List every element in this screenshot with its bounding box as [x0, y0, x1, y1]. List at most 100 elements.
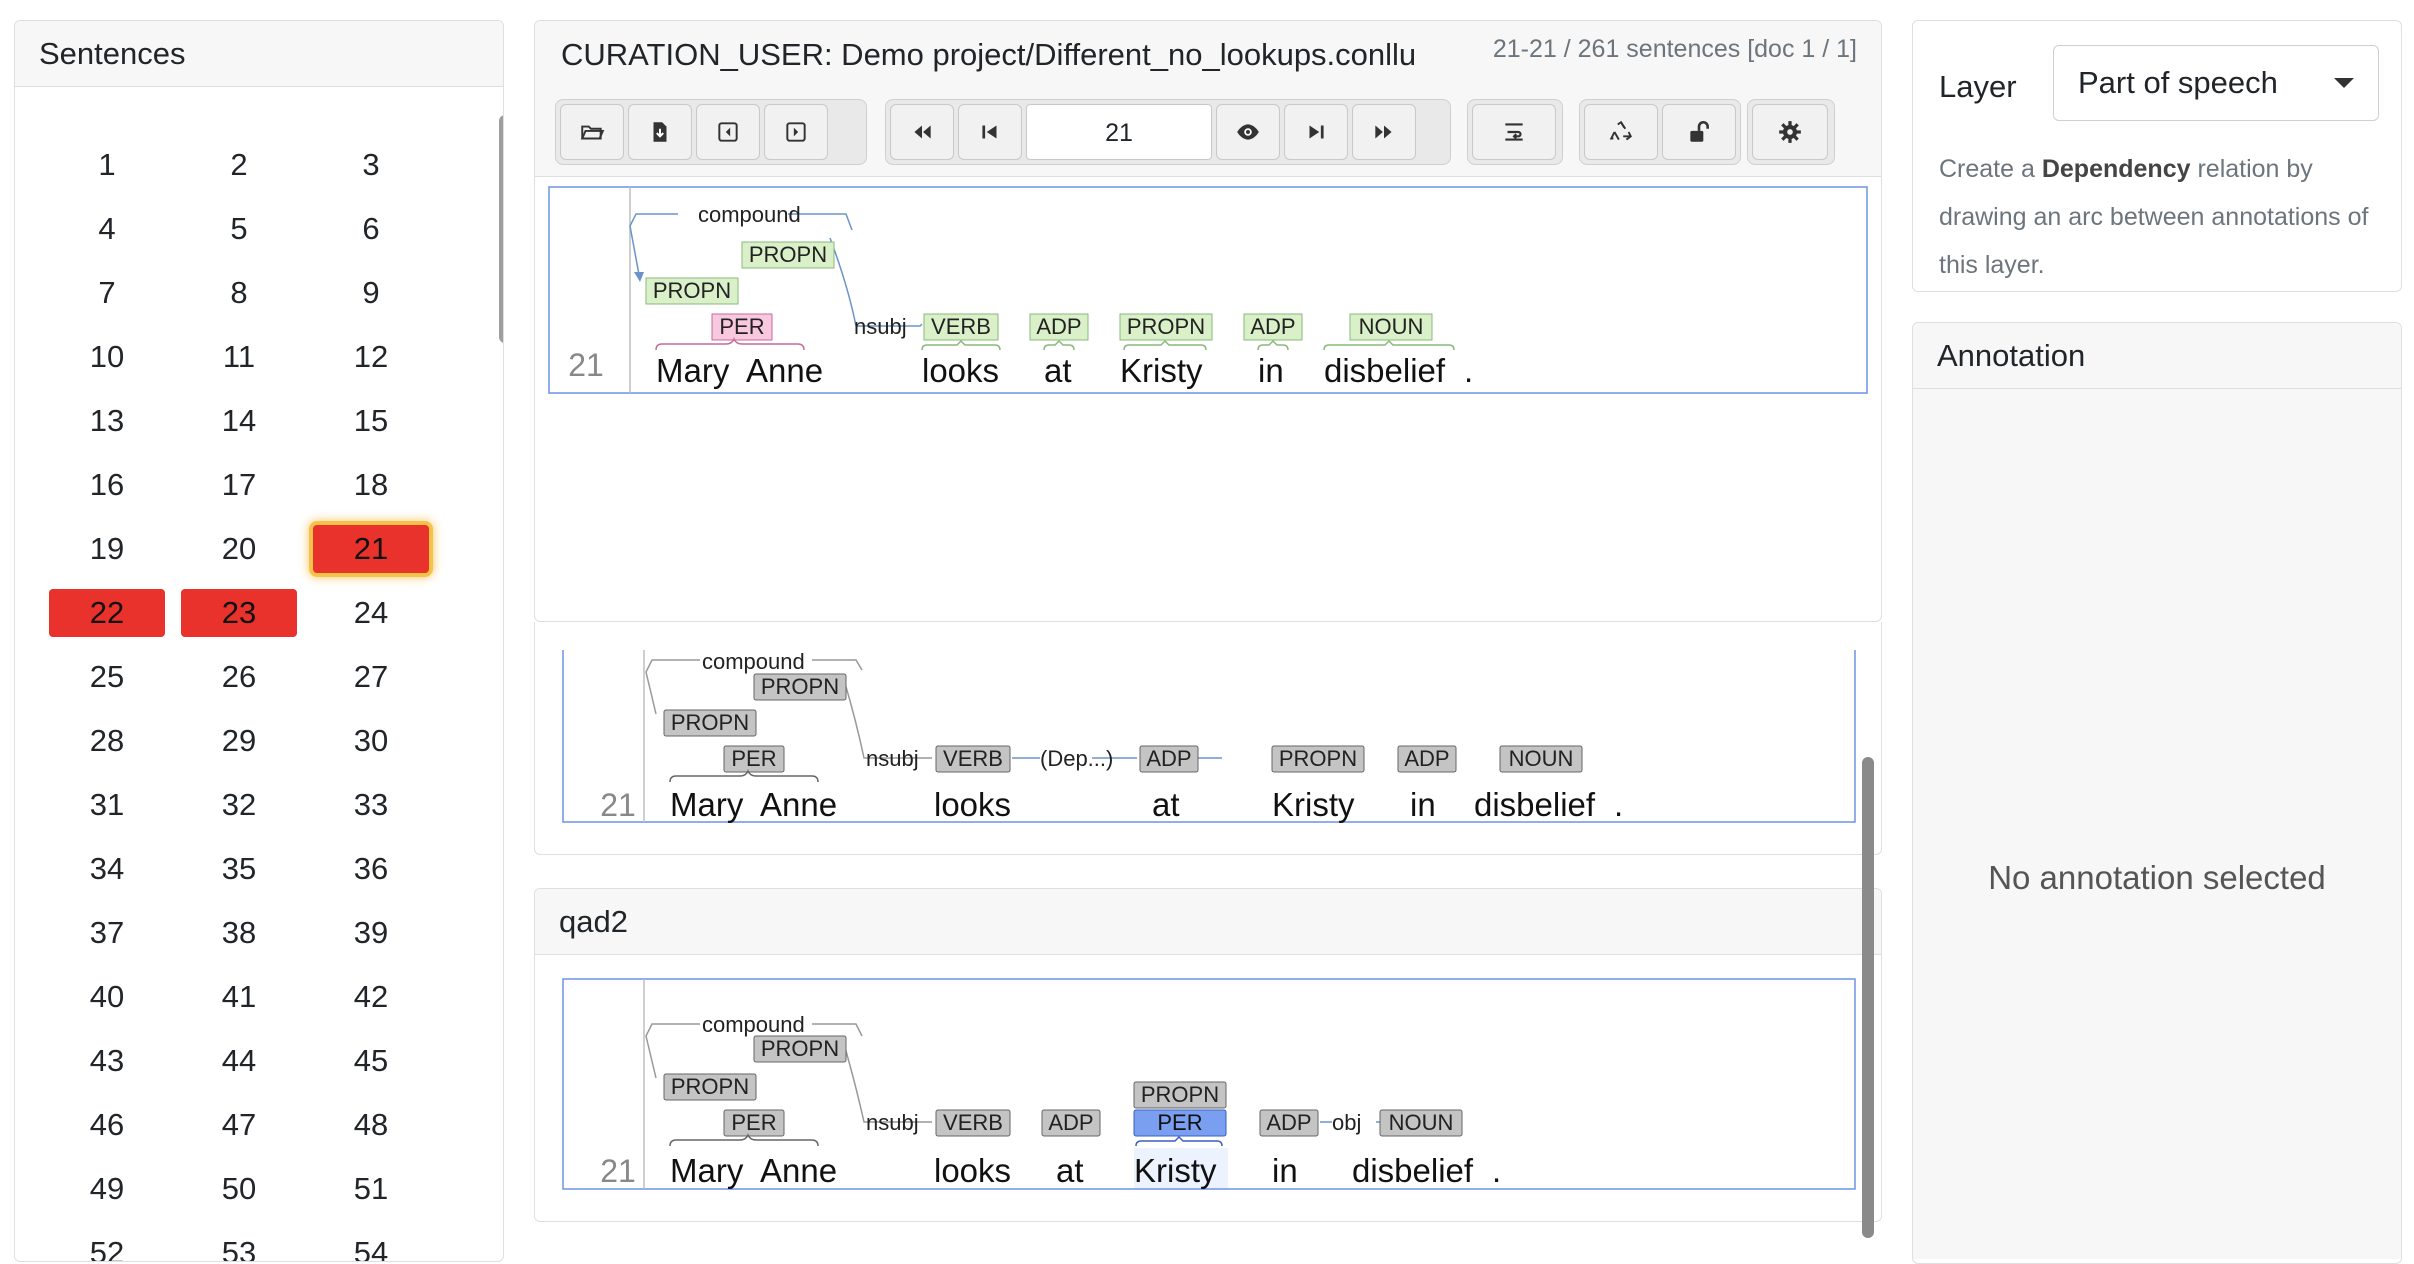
sentence-link-34[interactable]: 34: [49, 845, 165, 893]
sentence-link-48[interactable]: 48: [313, 1101, 429, 1149]
sentence-link-12[interactable]: 12: [313, 333, 429, 381]
token-at[interactable]: at: [1044, 352, 1072, 389]
sentence-link-28[interactable]: 28: [49, 717, 165, 765]
merge-button[interactable]: [1584, 104, 1658, 160]
sentence-link-24[interactable]: 24: [313, 589, 429, 637]
wrap-button[interactable]: [1472, 104, 1556, 160]
sentence-link-41[interactable]: 41: [181, 973, 297, 1021]
sentence-link-33[interactable]: 33: [313, 781, 429, 829]
token-disbelief[interactable]: disbelief: [1324, 352, 1446, 389]
prev-page-button[interactable]: [958, 104, 1022, 160]
sentence-link-32[interactable]: 32: [181, 781, 297, 829]
sentence-link-3[interactable]: 3: [313, 141, 429, 189]
sentence-link-44[interactable]: 44: [181, 1037, 297, 1085]
sentence-link-38[interactable]: 38: [181, 909, 297, 957]
sentence-link-46[interactable]: 46: [49, 1101, 165, 1149]
svg-text:at[interactable]: at: [1056, 1152, 1084, 1189]
page-number-input[interactable]: 21: [1026, 104, 1212, 160]
svg-text:Kristy[interactable]: Kristy: [1272, 786, 1355, 823]
export-button[interactable]: [628, 104, 692, 160]
sentence-link-5[interactable]: 5: [181, 205, 297, 253]
sentence-link-26[interactable]: 26: [181, 653, 297, 701]
svg-text:at[interactable]: at: [1152, 786, 1180, 823]
sentence-link-39[interactable]: 39: [313, 909, 429, 957]
last-page-button[interactable]: [1352, 104, 1416, 160]
sentence-link-18[interactable]: 18: [313, 461, 429, 509]
sentence-link-8[interactable]: 8: [181, 269, 297, 317]
sentence-link-35[interactable]: 35: [181, 845, 297, 893]
sentence-link-14[interactable]: 14: [181, 397, 297, 445]
sentence-link-9[interactable]: 9: [313, 269, 429, 317]
token-period[interactable]: .: [1464, 352, 1473, 389]
sentence-link-42[interactable]: 42: [313, 973, 429, 1021]
sentences-scrollbar[interactable]: [499, 115, 503, 343]
sentence-link-40[interactable]: 40: [49, 973, 165, 1021]
sentence-link-43[interactable]: 43: [49, 1037, 165, 1085]
sentence-link-25[interactable]: 25: [49, 653, 165, 701]
sentence-link-45[interactable]: 45: [313, 1037, 429, 1085]
sentence-link-10[interactable]: 10: [49, 333, 165, 381]
sentence-link-52[interactable]: 52: [49, 1229, 165, 1261]
token-in[interactable]: in: [1258, 352, 1284, 389]
svg-text:in[interactable]: in: [1272, 1152, 1298, 1189]
svg-text:Anne[interactable]: Anne: [760, 786, 837, 823]
sentence-link-23[interactable]: 23: [181, 589, 297, 637]
first-page-button[interactable]: [890, 104, 954, 160]
sentence-link-6[interactable]: 6: [313, 205, 429, 253]
svg-text:looks[interactable]: looks: [934, 786, 1011, 823]
annotator-1-sentence-view[interactable]: 21 compound nsubj (Dep...) obj PROPN PRO…: [562, 650, 1862, 826]
sentence-link-50[interactable]: 50: [181, 1165, 297, 1213]
sentence-link-11[interactable]: 11: [181, 333, 297, 381]
sentence-link-21[interactable]: 21: [313, 525, 429, 573]
layer-select[interactable]: Part of speech: [2053, 45, 2379, 121]
sentence-link-49[interactable]: 49: [49, 1165, 165, 1213]
open-document-button[interactable]: [560, 104, 624, 160]
sentence-link-4[interactable]: 4: [49, 205, 165, 253]
sentence-link-47[interactable]: 47: [181, 1101, 297, 1149]
svg-text:.[interactable]: .: [1492, 1152, 1501, 1189]
sentence-link-30[interactable]: 30: [313, 717, 429, 765]
sentence-link-29[interactable]: 29: [181, 717, 297, 765]
sentence-link-37[interactable]: 37: [49, 909, 165, 957]
sentence-link-16[interactable]: 16: [49, 461, 165, 509]
svg-text:Anne[interactable]: Anne: [760, 1152, 837, 1189]
unlock-button[interactable]: [1662, 104, 1736, 160]
next-page-button[interactable]: [1284, 104, 1348, 160]
prev-document-button[interactable]: [696, 104, 760, 160]
token-kristy[interactable]: Kristy: [1120, 352, 1203, 389]
svg-text:Mary[interactable]: Mary: [670, 786, 744, 823]
next-document-button[interactable]: [764, 104, 828, 160]
sentence-link-54[interactable]: 54: [313, 1229, 429, 1261]
preview-button[interactable]: [1216, 104, 1280, 160]
svg-text:.[interactable]: .: [1614, 786, 1623, 823]
sentence-link-51[interactable]: 51: [313, 1165, 429, 1213]
svg-text:in[interactable]: in: [1410, 786, 1436, 823]
qad2-sentence-view[interactable]: 21 compound nsubj obj PROPN PROPN PER VE…: [562, 978, 1862, 1192]
sentence-link-7[interactable]: 7: [49, 269, 165, 317]
svg-text:PER: PER: [731, 1110, 776, 1135]
svg-text:looks[interactable]: looks: [934, 1152, 1011, 1189]
sentence-link-31[interactable]: 31: [49, 781, 165, 829]
token-looks[interactable]: looks: [922, 352, 999, 389]
sentence-link-19[interactable]: 19: [49, 525, 165, 573]
sentence-link-1[interactable]: 1: [49, 141, 165, 189]
sentence-link-13[interactable]: 13: [49, 397, 165, 445]
annotators-scrollbar[interactable]: [1862, 757, 1874, 1238]
sentence-link-15[interactable]: 15: [313, 397, 429, 445]
sentence-link-53[interactable]: 53: [181, 1229, 297, 1261]
sentence-link-17[interactable]: 17: [181, 461, 297, 509]
svg-text:Mary[interactable]: Mary: [670, 1152, 744, 1189]
svg-text:disbelief[interactable]: disbelief: [1474, 786, 1596, 823]
token-mary[interactable]: Mary: [656, 352, 730, 389]
curation-sentence-view[interactable]: 21 compound nsubj PROPN PROPN PER VERB A…: [548, 186, 1870, 396]
token-anne[interactable]: Anne: [746, 352, 823, 389]
settings-button[interactable]: [1752, 104, 1828, 160]
sentence-link-27[interactable]: 27: [313, 653, 429, 701]
svg-text:disbelief[interactable]: disbelief: [1352, 1152, 1474, 1189]
sentence-link-22[interactable]: 22: [49, 589, 165, 637]
svg-text:Kristy[interactable]: Kristy: [1134, 1152, 1217, 1189]
sentence-link-20[interactable]: 20: [181, 525, 297, 573]
sentence-link-36[interactable]: 36: [313, 845, 429, 893]
svg-text:compound: compound: [702, 650, 805, 674]
sentence-link-2[interactable]: 2: [181, 141, 297, 189]
